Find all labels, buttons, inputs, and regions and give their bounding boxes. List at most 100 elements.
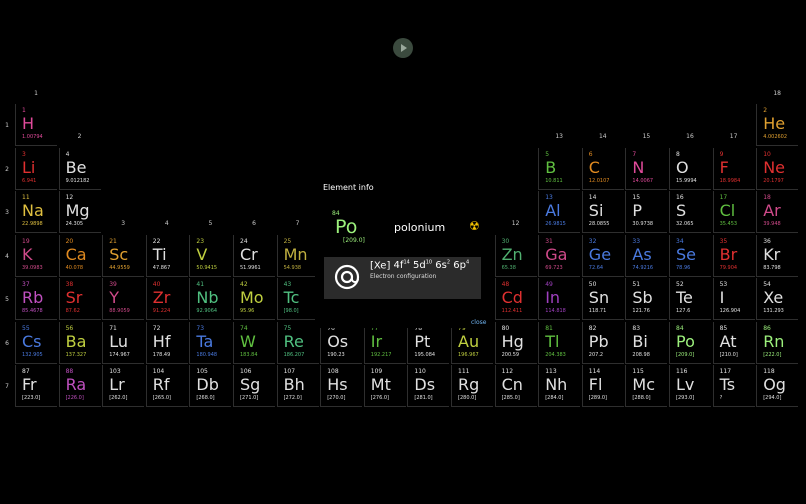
element-cell-p[interactable]: 15 P 30.9738 [625, 191, 668, 233]
element-symbol: C [588, 157, 600, 177]
element-cell-lv[interactable]: 116 Lv [293.0] [669, 365, 711, 407]
element-cell-zn[interactable]: 30 Zn 65.38 [494, 234, 537, 277]
element-cell-bi[interactable]: 83 Bi 208.98 [625, 321, 668, 364]
element-cell-sr[interactable]: 38 Sr 87.62 [58, 278, 101, 320]
element-cell-as[interactable]: 33 As 74.9216 [625, 234, 668, 277]
element-symbol: Cr [240, 244, 258, 264]
element-cell-in[interactable]: 49 In 114.818 [538, 278, 581, 320]
element-cell-rn[interactable]: 86 Rn [222.0] [756, 321, 799, 364]
element-cell-b[interactable]: 5 B 10.811 [538, 147, 581, 190]
group-label: 1 [34, 90, 38, 97]
group-label: 17 [729, 133, 738, 140]
element-cell-w[interactable]: 74 W 183.84 [233, 321, 275, 364]
element-cell-zr[interactable]: 40 Zr 91.224 [145, 278, 188, 320]
element-symbol: Re [283, 331, 304, 351]
close-button[interactable]: close [471, 319, 486, 326]
atomic-mass: 95.96 [240, 308, 255, 314]
element-cell-s[interactable]: 16 S 32.065 [669, 191, 711, 233]
element-cell-br[interactable]: 35 Br 79.904 [712, 234, 755, 277]
element-cell-rb[interactable]: 37 Rb 85.4678 [15, 278, 57, 320]
element-cell-cl[interactable]: 17 Cl 35.453 [712, 191, 755, 233]
element-cell-cn[interactable]: 112 Cn [285.0] [494, 365, 537, 407]
element-symbol: Cn [501, 375, 523, 394]
element-cell-n[interactable]: 7 N 14.0067 [625, 147, 668, 190]
element-cell-sn[interactable]: 50 Sn 118.71 [581, 278, 624, 320]
atomic-mass: [271.0] [240, 395, 259, 401]
element-cell-ti[interactable]: 22 Ti 47.867 [145, 234, 188, 277]
element-symbol: Te [676, 288, 693, 307]
element-cell-mt[interactable]: 109 Mt [276.0] [363, 365, 406, 407]
element-cell-hs[interactable]: 108 Hs [270.0] [320, 365, 363, 407]
element-cell-kr[interactable]: 36 Kr 83.798 [756, 234, 799, 277]
element-cell-sb[interactable]: 51 Sb 121.76 [625, 278, 668, 320]
element-cell-k[interactable]: 19 K 39.0983 [15, 234, 57, 277]
element-cell-se[interactable]: 34 Se 78.96 [669, 234, 711, 277]
period-label: 3 [5, 209, 9, 216]
element-cell-ne[interactable]: 10 Ne 20.1797 [756, 147, 799, 190]
element-cell-he[interactable]: 2 He 4.002602 [756, 104, 799, 146]
element-cell-mo[interactable]: 42 Mo 95.96 [233, 278, 275, 320]
element-cell-rf[interactable]: 104 Rf [265.0] [145, 365, 188, 407]
element-cell-hg[interactable]: 80 Hg 200.59 [494, 321, 537, 364]
element-cell-si[interactable]: 14 Si 28.0855 [581, 191, 624, 233]
element-cell-fr[interactable]: 87 Fr [223.0] [15, 365, 57, 407]
atomic-number: 14 [588, 194, 597, 201]
element-cell-mg[interactable]: 12 Mg 24.305 [58, 191, 101, 233]
element-cell-po[interactable]: 84 Po [209.0] [669, 321, 711, 364]
element-cell-o[interactable]: 8 O 15.9994 [669, 147, 711, 190]
element-cell-te[interactable]: 52 Te 127.6 [669, 278, 711, 320]
element-cell-ba[interactable]: 56 Ba 137.327 [58, 321, 101, 364]
element-cell-na[interactable]: 11 Na 22.9898 [15, 191, 57, 233]
element-cell-rg[interactable]: 111 Rg [280.0] [451, 365, 493, 407]
element-cell-ds[interactable]: 110 Ds [281.0] [407, 365, 450, 407]
element-symbol: Nh [545, 375, 568, 394]
atomic-number: 115 [632, 368, 644, 375]
element-cell-lu[interactable]: 71 Lu 174.967 [102, 321, 145, 364]
element-cell-h[interactable]: 1 H 1.00794 [15, 104, 57, 146]
element-cell-c[interactable]: 6 C 12.0107 [581, 147, 624, 190]
element-cell-cr[interactable]: 24 Cr 51.9961 [233, 234, 275, 277]
element-cell-xe[interactable]: 54 Xe 131.293 [756, 278, 799, 320]
element-cell-ts[interactable]: 117 Ts? [712, 365, 755, 407]
element-cell-re[interactable]: 75 Re 186.207 [276, 321, 319, 364]
element-cell-ca[interactable]: 20 Ca 40.078 [58, 234, 101, 277]
element-cell-ra[interactable]: 88 Ra [226.0] [58, 365, 101, 407]
element-cell-mc[interactable]: 115 Mc [288.0] [625, 365, 668, 407]
element-cell-y[interactable]: 39 Y 88.9059 [102, 278, 145, 320]
play-icon[interactable] [393, 38, 413, 58]
element-cell-cs[interactable]: 55 Cs 132.905 [15, 321, 57, 364]
atomic-mass: [223.0] [22, 395, 41, 401]
element-cell-ar[interactable]: 18 Ar 39.948 [756, 191, 799, 233]
element-cell-f[interactable]: 9 F 18.9984 [712, 147, 755, 190]
element-cell-mn[interactable]: 25 Mn 54.938 [276, 234, 319, 277]
element-cell-al[interactable]: 13 Al 26.9815 [538, 191, 581, 233]
element-cell-at[interactable]: 85 At [210.0] [712, 321, 755, 364]
element-cell-li[interactable]: 3 Li 6.941 [15, 147, 57, 190]
element-cell-tl[interactable]: 81 Tl 204.383 [538, 321, 581, 364]
element-cell-tc[interactable]: 43 Tc [98.0] [276, 278, 319, 320]
element-cell-nh[interactable]: 113 Nh [284.0] [538, 365, 581, 407]
atomic-mass: [268.0] [196, 395, 215, 401]
element-cell-og[interactable]: 118 Og [294.0] [756, 365, 799, 407]
group-label: 13 [555, 133, 563, 140]
element-cell-db[interactable]: 105 Db [268.0] [189, 365, 232, 407]
element-cell-sg[interactable]: 106 Sg [271.0] [233, 365, 275, 407]
element-cell-i[interactable]: 53 I 126.904 [712, 278, 755, 320]
element-symbol: Ts [719, 375, 736, 394]
element-cell-ta[interactable]: 73 Ta 180.948 [189, 321, 232, 364]
element-cell-ge[interactable]: 32 Ge 72.64 [581, 234, 624, 277]
element-cell-bh[interactable]: 107 Bh [272.0] [276, 365, 319, 407]
element-cell-sc[interactable]: 21 Sc 44.9559 [102, 234, 145, 277]
element-cell-fl[interactable]: 114 Fl [289.0] [581, 365, 624, 407]
element-symbol: Po [335, 216, 358, 238]
element-cell-pb[interactable]: 82 Pb 207.2 [581, 321, 624, 364]
element-cell-cd[interactable]: 48 Cd 112.411 [494, 278, 537, 320]
element-cell-hf[interactable]: 72 Hf 178.49 [145, 321, 188, 364]
element-cell-lr[interactable]: 103 Lr [262.0] [102, 365, 145, 407]
element-cell-nb[interactable]: 41 Nb 92.9064 [189, 278, 232, 320]
element-cell-v[interactable]: 23 V 50.9415 [189, 234, 232, 277]
atomic-mass: 91.224 [152, 308, 171, 314]
element-cell-ga[interactable]: 31 Ga 69.723 [538, 234, 581, 277]
electron-config-box[interactable]: [Xe] 4f14 5d10 6s2 6p4 Electron configur… [324, 257, 481, 299]
element-cell-be[interactable]: 4 Be 9.012182 [58, 147, 101, 190]
